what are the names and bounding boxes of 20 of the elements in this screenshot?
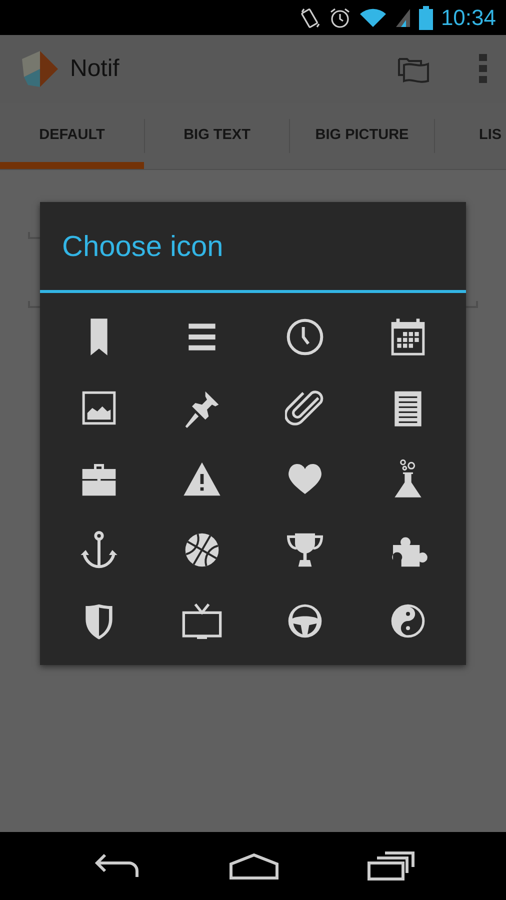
paperclip-icon[interactable] (284, 388, 324, 428)
tv-icon[interactable] (182, 600, 222, 640)
app-title: Notif (70, 54, 120, 84)
tab[interactable]: BIG PICTURE (290, 103, 434, 169)
tab[interactable]: DEFAULT (0, 103, 144, 169)
tab[interactable]: LIS (435, 103, 506, 169)
wifi-icon (358, 8, 387, 28)
battery-icon (418, 6, 433, 30)
alarm-icon (328, 6, 351, 28)
tab[interactable]: BIG TEXT (145, 103, 289, 169)
recent-apps-icon[interactable] (366, 851, 415, 881)
home-icon[interactable] (228, 852, 280, 880)
clock-time: 10:34 (440, 4, 496, 32)
overflow-menu-icon (478, 53, 488, 85)
layers-icon (396, 55, 430, 83)
anchor-icon[interactable] (78, 530, 118, 570)
clock-icon[interactable] (284, 316, 324, 356)
signal-icon (394, 8, 411, 28)
vibrate-icon (298, 6, 321, 30)
dialog-title: Choose icon (62, 230, 224, 265)
